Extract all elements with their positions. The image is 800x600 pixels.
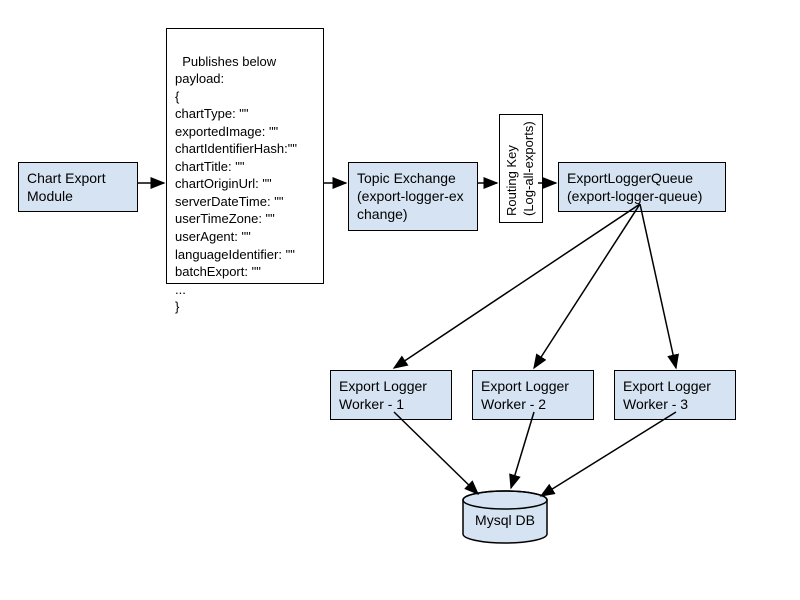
chart-export-module-node: Chart Export Module <box>18 162 138 212</box>
node-label-line2: (export-logger-ex change) <box>357 188 464 222</box>
arrows-layer <box>0 0 800 600</box>
arrow-queue-to-worker3 <box>640 204 676 368</box>
node-label-line2: (export-logger-queue) <box>567 188 702 204</box>
db-label: Mysql DB <box>460 512 550 528</box>
node-label-line1: ExportLoggerQueue <box>567 170 693 186</box>
node-label: Export Logger Worker - 2 <box>481 378 569 412</box>
arrow-worker2-to-db <box>511 412 534 488</box>
worker-3-node: Export Logger Worker - 3 <box>614 370 736 420</box>
node-label: Chart Export Module <box>27 170 106 204</box>
node-label: Export Logger Worker - 1 <box>339 378 427 412</box>
arrow-worker3-to-db <box>541 412 676 496</box>
routing-key-line1: Routing Key <box>504 145 519 216</box>
worker-1-node: Export Logger Worker - 1 <box>330 370 452 420</box>
topic-exchange-node: Topic Exchange (export-logger-ex change) <box>348 162 478 231</box>
routing-key-line2: (Log-all-exports) <box>521 121 536 216</box>
node-label: Export Logger Worker - 3 <box>623 378 711 412</box>
routing-key-node: Routing Key (Log-all-exports) <box>499 114 543 223</box>
arrow-worker1-to-db <box>394 412 478 494</box>
mysql-db-node: Mysql DB <box>460 490 550 546</box>
payload-text: Publishes below payload: { chartType: ""… <box>175 54 297 315</box>
worker-2-node: Export Logger Worker - 2 <box>472 370 594 420</box>
payload-box: Publishes below payload: { chartType: ""… <box>166 28 324 284</box>
arrow-queue-to-worker2 <box>534 204 640 368</box>
node-label-line1: Topic Exchange <box>357 170 456 186</box>
export-logger-queue-node: ExportLoggerQueue (export-logger-queue) <box>558 162 726 212</box>
